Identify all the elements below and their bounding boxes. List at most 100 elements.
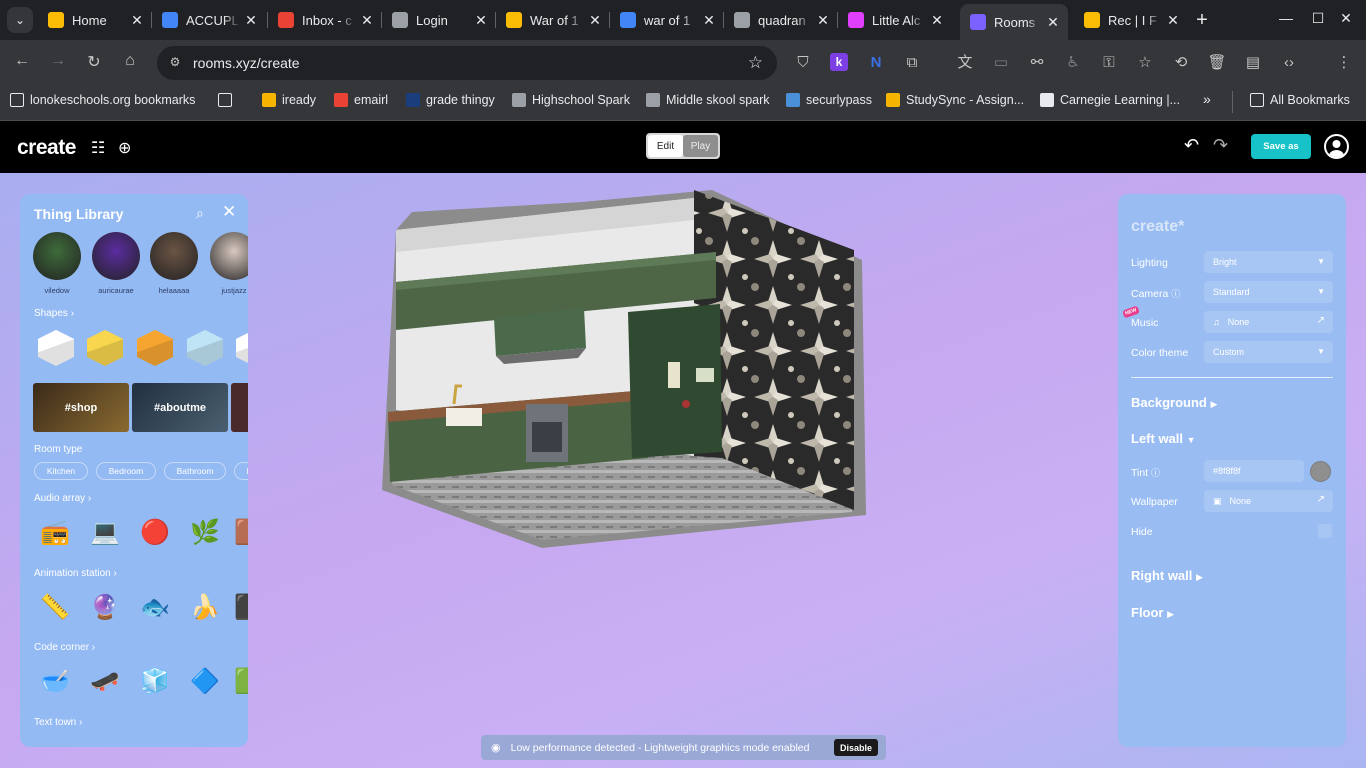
info-icon[interactable]: ⓘ — [1151, 468, 1160, 478]
plant-item[interactable]: 🌿 — [186, 513, 224, 551]
bookmark-8[interactable]: securlypass — [786, 93, 872, 107]
bowl-item[interactable]: 🥣 — [36, 662, 74, 700]
link-icon[interactable]: ⚯ — [1027, 53, 1047, 73]
kitchen-room-scene[interactable] — [382, 190, 866, 548]
history-icon[interactable]: ⟲ — [1171, 53, 1191, 73]
bookmark-7[interactable]: Middle skool spark — [646, 93, 770, 107]
side-panel-icon[interactable]: ▤ — [1243, 53, 1263, 73]
close-tab-icon[interactable]: ✕ — [812, 12, 834, 29]
bookmark-4[interactable]: emairl — [334, 93, 388, 107]
left-wall-section[interactable]: Left wall ▼ — [1131, 431, 1196, 446]
bookmark-3[interactable]: iready — [262, 93, 316, 107]
tag-card-shop[interactable]: #shop — [33, 383, 129, 432]
favorites-icon[interactable]: ☆ — [1135, 53, 1155, 73]
tab-1[interactable]: Home ✕ — [38, 6, 152, 34]
new-tab-button[interactable]: + — [1192, 9, 1212, 32]
audio-more-item[interactable]: 🟫 — [230, 513, 248, 551]
forward-icon[interactable]: → — [47, 52, 69, 70]
edit-mode-button[interactable]: Edit — [648, 135, 683, 157]
account-avatar[interactable] — [1324, 134, 1349, 159]
bookmark-star-icon[interactable]: ☆ — [748, 53, 763, 73]
audio-array-section[interactable]: Audio array › — [34, 493, 91, 504]
globe-icon[interactable]: ⊕ — [118, 138, 131, 158]
speaker-item[interactable]: 🔴 — [136, 513, 174, 551]
creator-avatar[interactable] — [92, 232, 140, 280]
library-close-icon[interactable]: ✕ — [222, 202, 236, 222]
tab-7[interactable]: quadran ✕ — [724, 6, 838, 34]
tag-card-aboutme[interactable]: #aboutme — [132, 383, 228, 432]
tab-4[interactable]: Login ✕ — [382, 6, 496, 34]
cube-shape-item[interactable] — [87, 330, 123, 366]
fish-item[interactable]: 🐟 — [136, 588, 174, 626]
camera-dropdown[interactable]: Standard ▼ — [1204, 281, 1333, 303]
bookmark-10[interactable]: Carnegie Learning |... — [1040, 93, 1180, 107]
animation-more-item[interactable]: ⬛ — [230, 588, 248, 626]
shapes-section[interactable]: Shapes › — [34, 308, 74, 319]
undo-icon[interactable]: ↶ — [1184, 135, 1199, 156]
creator-avatar[interactable] — [210, 232, 248, 280]
close-tab-icon[interactable]: ✕ — [240, 12, 262, 29]
code-corner-section[interactable]: Code corner › — [34, 642, 95, 653]
blue-pad-item[interactable]: 🔷 — [186, 662, 224, 700]
tab-2[interactable]: ACCUPL ✕ — [152, 6, 266, 34]
redo-icon[interactable]: ↷ — [1213, 135, 1228, 156]
extensions-puzzle-icon[interactable]: ⧉ — [902, 53, 922, 73]
floor-section[interactable]: Floor ▶ — [1131, 605, 1174, 620]
tab-8[interactable]: Little Alc ✕ — [838, 6, 952, 34]
bookmark-6[interactable]: Highschool Spark — [512, 93, 630, 107]
cube-shape-item[interactable] — [38, 330, 74, 366]
close-tab-icon[interactable]: ✕ — [126, 12, 148, 29]
open-external-icon[interactable]: ↗ — [1317, 494, 1325, 505]
save-as-button[interactable]: Save as — [1251, 134, 1311, 159]
sliders-icon[interactable]: ☷ — [91, 138, 105, 158]
skateboard-item[interactable]: 🛹 — [86, 662, 124, 700]
cube-shape-item[interactable] — [187, 330, 223, 366]
back-icon[interactable]: ← — [11, 52, 33, 70]
url-text[interactable]: rooms.xyz/create — [193, 55, 300, 71]
minimize-icon[interactable]: — — [1276, 10, 1296, 26]
all-bookmarks-button[interactable]: All Bookmarks — [1250, 93, 1350, 107]
open-external-icon[interactable]: ↗ — [1317, 315, 1325, 326]
play-mode-button[interactable]: Play — [683, 135, 718, 157]
tab-5[interactable]: War of 1 ✕ — [496, 6, 610, 34]
tint-input[interactable]: #8f8f8f — [1204, 460, 1304, 482]
n-extension-icon[interactable]: N — [866, 53, 886, 73]
animation-station-section[interactable]: Animation station › — [34, 568, 117, 579]
menu-kebab-icon[interactable]: ⋮ — [1334, 53, 1354, 73]
bookmark-1[interactable]: lonokeschools.org bookmarks — [10, 93, 195, 107]
tab-9[interactable]: Rooms ✕ — [960, 4, 1068, 40]
chip-more[interactable]: L — [234, 462, 248, 480]
reload-icon[interactable]: ↻ — [83, 52, 105, 72]
wallpaper-picker[interactable]: ▣ None ↗ — [1204, 490, 1333, 512]
close-window-icon[interactable]: ✕ — [1336, 10, 1356, 27]
disco-ball-item[interactable]: 🔮 — [86, 588, 124, 626]
kami-extension-icon[interactable]: k — [830, 53, 848, 71]
close-tab-icon[interactable]: ✕ — [698, 12, 720, 29]
home-icon[interactable]: ⌂ — [119, 52, 141, 70]
maximize-icon[interactable]: ☐ — [1308, 10, 1328, 27]
tint-color-swatch[interactable] — [1310, 461, 1331, 482]
music-picker[interactable]: ♫ None ↗ — [1204, 311, 1333, 333]
tab-6[interactable]: war of 1 ✕ — [610, 6, 724, 34]
bookmark-2[interactable] — [218, 93, 238, 107]
site-info-icon[interactable]: ⚙ — [167, 55, 183, 71]
close-tab-icon[interactable]: ✕ — [584, 12, 606, 29]
laptop-item[interactable]: 💻 — [86, 513, 124, 551]
cube-shape-item[interactable] — [137, 330, 173, 366]
tag-card-more[interactable] — [231, 383, 248, 432]
chip-bedroom[interactable]: Bedroom — [96, 462, 156, 480]
jukebox-item[interactable]: 📻 — [36, 513, 74, 551]
tab-10[interactable]: Rec | I F ✕ — [1074, 6, 1188, 34]
lighting-dropdown[interactable]: Bright ▼ — [1204, 251, 1333, 273]
right-wall-section[interactable]: Right wall ▶ — [1131, 568, 1203, 583]
shield-extension-icon[interactable]: ⛉ — [793, 53, 813, 73]
info-icon[interactable]: ⓘ — [1171, 289, 1180, 299]
banana-item[interactable]: 🍌 — [186, 588, 224, 626]
devtools-code-icon[interactable]: ‹› — [1279, 53, 1299, 73]
translate-icon[interactable]: ⽂ — [955, 53, 975, 73]
disable-button[interactable]: Disable — [833, 739, 878, 756]
hide-checkbox[interactable] — [1318, 524, 1332, 538]
tab-search-button[interactable]: ⌄ — [7, 7, 33, 33]
close-tab-icon[interactable]: ✕ — [356, 12, 378, 29]
ruler-item[interactable]: 📏 — [36, 588, 74, 626]
